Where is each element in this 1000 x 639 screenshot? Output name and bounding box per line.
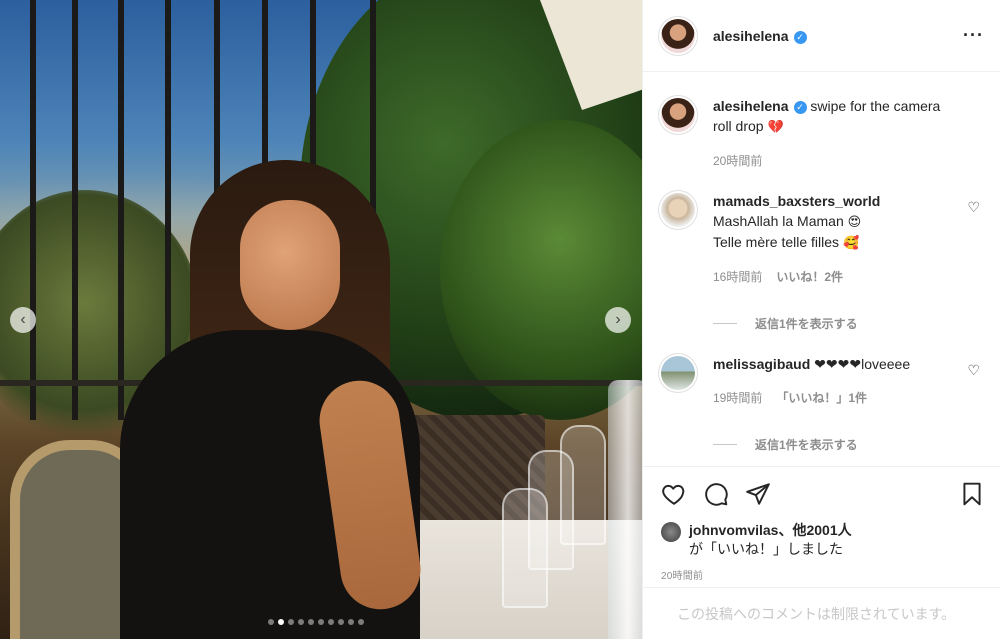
fence-bar <box>72 0 78 420</box>
likes-suffix: が「いいね！」しました <box>689 541 843 557</box>
replies-divider <box>713 444 737 445</box>
avatar[interactable] <box>661 193 695 227</box>
comment-body: mamads_baxsters_world MashAllah la Maman… <box>713 191 953 287</box>
comment-username[interactable]: melissagibaud <box>713 356 810 372</box>
comment-meta: 16時間前 いいね！2件 <box>713 267 953 287</box>
comment-time[interactable]: 16時間前 <box>713 267 762 287</box>
comments-list: alesihelena ✓ swipe for the camera roll d… <box>643 72 1000 466</box>
view-replies-button[interactable]: 返信1件を表示する <box>713 315 984 332</box>
chevron-left-icon: ‹ <box>20 311 26 328</box>
previous-slide-button[interactable]: ‹ <box>10 307 36 333</box>
carousel-dot <box>278 619 284 625</box>
like-heart-icon[interactable] <box>661 481 687 507</box>
carousel-indicator <box>268 619 364 625</box>
carousel-dot <box>308 619 314 625</box>
avatar[interactable] <box>661 356 695 390</box>
comments-restricted-notice: この投稿へのコメントは制限されています。 <box>643 587 1000 639</box>
likes-others-count[interactable]: 、他2001人 <box>778 522 851 538</box>
wine-glass <box>560 425 606 545</box>
caption-username[interactable]: alesihelena <box>713 98 789 114</box>
liker-username[interactable]: johnvomvilas <box>689 522 778 538</box>
header-username[interactable]: alesihelena ✓ <box>713 28 807 44</box>
carousel-dot <box>298 619 304 625</box>
comment-likes[interactable]: 「いいね！」1件 <box>776 388 867 408</box>
comment-time[interactable]: 19時間前 <box>713 388 762 408</box>
water-bottle <box>608 380 642 639</box>
caption-meta: 20時間前 <box>713 151 953 171</box>
fence-bar <box>118 0 124 420</box>
comment-username[interactable]: mamads_baxsters_world <box>713 193 880 209</box>
comment-item: melissagibaud ❤❤❤❤loveeee 19時間前 「いいね！」1件… <box>661 354 984 408</box>
carousel-dot <box>288 619 294 625</box>
more-options-icon[interactable]: ··· <box>963 25 984 46</box>
liker-avatar[interactable] <box>661 522 681 542</box>
next-slide-button[interactable]: › <box>605 307 631 333</box>
post-timestamp[interactable]: 20時間前 <box>661 567 985 582</box>
comment-text: MashAllah la Maman <box>713 213 844 229</box>
comment-item: mamads_baxsters_world MashAllah la Maman… <box>661 191 984 287</box>
share-paper-plane-icon[interactable] <box>745 481 771 507</box>
view-replies-button[interactable]: 返信1件を表示する <box>713 436 984 453</box>
likes-summary-text: johnvomvilas、他2001人 が「いいね！」しました <box>689 521 852 559</box>
likes-summary: johnvomvilas、他2001人 が「いいね！」しました <box>661 521 985 559</box>
post-actions: johnvomvilas、他2001人 が「いいね！」しました 20時間前 <box>643 466 1000 582</box>
caption-time[interactable]: 20時間前 <box>713 151 762 171</box>
post-side-panel: alesihelena ✓ ··· alesihelena ✓ swipe for … <box>642 0 1000 639</box>
smiling-hearts-emoji: 🥰 <box>842 235 860 250</box>
carousel-dot <box>348 619 354 625</box>
like-comment-heart-icon[interactable]: ♡ <box>967 362 980 379</box>
comment-text: ❤❤❤❤loveeee <box>814 356 911 372</box>
verified-badge-icon: ✓ <box>793 30 807 44</box>
view-replies-label: 返信1件を表示する <box>755 438 858 452</box>
post-header: alesihelena ✓ ··· <box>643 0 1000 72</box>
carousel-dot <box>338 619 344 625</box>
comment-text: Telle mère telle filles <box>713 234 840 250</box>
carousel-dot <box>318 619 324 625</box>
woman-face <box>240 200 340 330</box>
post-photo[interactable]: ‹ › <box>0 0 642 639</box>
instagram-post-modal: ‹ › alesihelena ✓ ··· alesihelena ✓ swipe … <box>0 0 1000 639</box>
comment-bubble-icon[interactable] <box>703 481 729 507</box>
caption: alesihelena ✓ swipe for the camera roll d… <box>661 96 984 171</box>
comment-meta: 19時間前 「いいね！」1件 <box>713 388 953 408</box>
broken-heart-emoji: 💔 <box>767 119 784 134</box>
replies-divider <box>713 323 737 324</box>
save-bookmark-icon[interactable] <box>959 481 985 507</box>
carousel-dot <box>328 619 334 625</box>
verified-badge-icon: ✓ <box>793 101 807 114</box>
avatar[interactable] <box>661 98 695 132</box>
chevron-right-icon: › <box>615 311 621 328</box>
avatar[interactable] <box>661 18 695 53</box>
heart-eyes-emoji: 😍 <box>847 214 862 229</box>
carousel-dot <box>358 619 364 625</box>
like-comment-heart-icon[interactable]: ♡ <box>967 199 980 216</box>
caption-body: alesihelena ✓ swipe for the camera roll d… <box>713 96 953 171</box>
comment-likes[interactable]: いいね！2件 <box>776 267 843 287</box>
action-icons <box>661 479 985 509</box>
fence-bar <box>30 0 36 420</box>
carousel-dot <box>268 619 274 625</box>
view-replies-label: 返信1件を表示する <box>755 317 858 331</box>
comment-body: melissagibaud ❤❤❤❤loveeee 19時間前 「いいね！」1件 <box>713 354 953 408</box>
